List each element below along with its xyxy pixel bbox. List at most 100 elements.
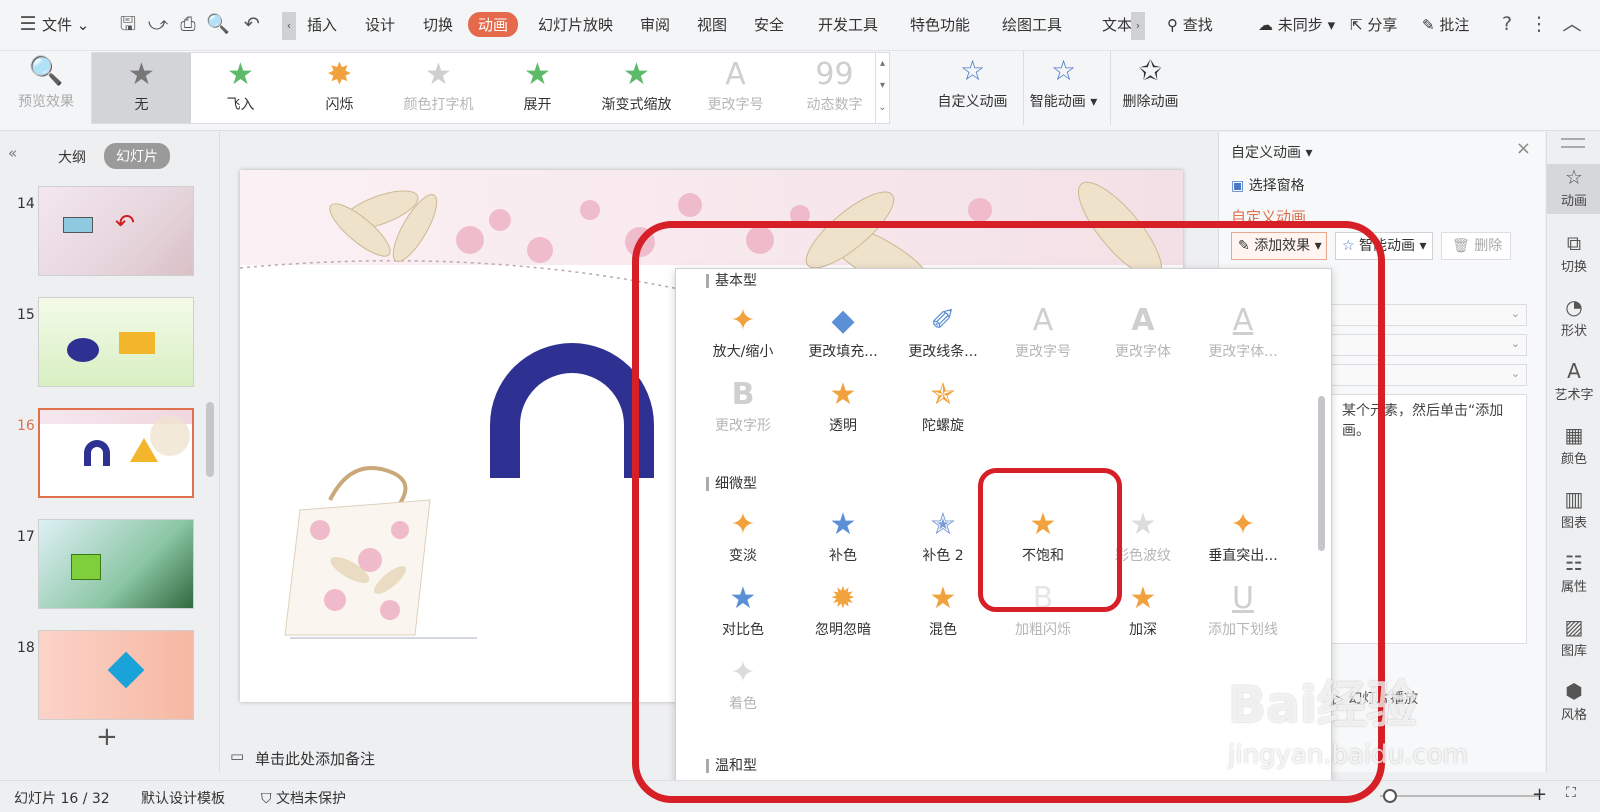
slide-counter: 幻灯片 16 / 32: [14, 791, 110, 807]
strip-style[interactable]: ⬢ 风格: [1547, 678, 1600, 723]
strip-handle: [1561, 138, 1585, 148]
trash-icon: 🗑: [1452, 238, 1470, 254]
comment-button[interactable]: ✎ 批注: [1422, 14, 1469, 35]
slide-thumbnail-18[interactable]: [38, 630, 194, 720]
smart-animation-button[interactable]: ☆ 智能动画 ▾: [1023, 51, 1103, 125]
zoom-in-icon[interactable]: +: [1532, 784, 1547, 805]
strip-shape[interactable]: ◔ 形状: [1547, 294, 1600, 339]
tabs-scroll-right-icon[interactable]: ›: [1131, 12, 1145, 40]
strip-properties[interactable]: ☷ 属性: [1547, 550, 1600, 595]
animation-icon: ☆: [1565, 165, 1583, 189]
add-slide-icon[interactable]: +: [96, 722, 118, 752]
pane-title-dropdown[interactable]: 自定义动画 ▾: [1231, 142, 1312, 162]
export-icon[interactable]: ⤻: [146, 12, 170, 36]
slide-number: 15: [17, 307, 35, 323]
color-icon: ▦: [1564, 423, 1584, 447]
transition-icon: ⧉: [1566, 231, 1582, 255]
slide-thumbnail-15[interactable]: [38, 297, 194, 387]
tab-review[interactable]: 审阅: [640, 14, 670, 35]
properties-icon: ☷: [1565, 551, 1583, 575]
delete-button[interactable]: 🗑 删除: [1441, 232, 1511, 260]
share-icon: ⇱: [1350, 16, 1363, 34]
tab-developer[interactable]: 开发工具: [818, 14, 878, 35]
tab-design[interactable]: 设计: [365, 14, 395, 35]
design-template[interactable]: 默认设计模板: [141, 788, 225, 808]
tab-outline[interactable]: 大纲: [58, 147, 86, 167]
gallery-scroll[interactable]: ▴ ▾ ⌄: [875, 53, 889, 123]
anim-dynamic-number[interactable]: 99 动态数字: [785, 53, 884, 123]
anim-none[interactable]: ★ 无: [92, 53, 191, 123]
strip-wordart[interactable]: A 艺术字: [1547, 358, 1600, 403]
print-preview-icon[interactable]: 🔍: [206, 12, 230, 36]
tab-slides[interactable]: 幻灯片: [104, 143, 170, 169]
slide-thumbnail-17[interactable]: [38, 519, 194, 609]
hamburger-icon[interactable]: ☰: [16, 12, 40, 36]
search-button[interactable]: ⚲ 查找: [1167, 14, 1213, 35]
custom-animation-button[interactable]: ☆ 自定义动画: [930, 51, 1015, 125]
protection-status[interactable]: ⛉ 文档未保护: [261, 788, 346, 808]
tab-insert[interactable]: 插入: [307, 14, 337, 35]
gallery-icon: ▨: [1564, 615, 1584, 639]
anim-gradual-zoom[interactable]: ★ 渐变式缩放: [587, 53, 686, 123]
sync-button[interactable]: ☁ 未同步 ▾: [1258, 14, 1335, 35]
custom-animation-icon: ☆: [959, 54, 986, 87]
menu-bar: ☰ 文件 ⌄ 🖫 ⤻ ⎙ 🔍 ↶ ‹ 插入 设计 切换 动画 幻灯片放映 审阅 …: [0, 0, 1600, 51]
delete-animation-icon: ✩: [1138, 54, 1163, 87]
panel-scrollbar[interactable]: [206, 402, 214, 477]
preview-icon: 🔍: [28, 54, 64, 87]
shape-icon: ◔: [1565, 295, 1583, 319]
smart-animation-icon: ☆: [1050, 54, 1077, 87]
number-icon: 99: [815, 57, 854, 92]
anim-expand[interactable]: ★ 展开: [488, 53, 587, 123]
tab-security[interactable]: 安全: [754, 14, 784, 35]
anim-color-typewriter[interactable]: ★ 颜色打字机: [389, 53, 488, 123]
strip-chart[interactable]: ▥ 图表: [1547, 486, 1600, 531]
strip-gallery[interactable]: ▨ 图库: [1547, 614, 1600, 659]
tab-features[interactable]: 特色功能: [910, 14, 970, 35]
chart-icon: ▥: [1564, 487, 1584, 511]
style-icon: ⬢: [1565, 679, 1583, 703]
strip-animation[interactable]: ☆ 动画: [1547, 164, 1600, 214]
zoom-slider[interactable]: [1380, 795, 1540, 797]
tabs-scroll-left-icon[interactable]: ‹: [282, 12, 296, 40]
slide-thumbnail-16[interactable]: [38, 408, 194, 498]
zoom-slider-handle[interactable]: [1383, 789, 1397, 803]
star-icon: ★: [128, 57, 155, 92]
slide-number: 16: [17, 418, 35, 434]
strip-transition[interactable]: ⧉ 切换: [1547, 230, 1600, 275]
tab-animation[interactable]: 动画: [468, 12, 519, 37]
collapse-ribbon-icon[interactable]: ︿: [1560, 12, 1584, 36]
select-pane-link[interactable]: ▣ 选择窗格: [1231, 175, 1305, 195]
tab-text[interactable]: 文本: [1102, 14, 1132, 35]
star-icon: ✸: [326, 57, 353, 92]
undo-icon[interactable]: ↶: [240, 12, 264, 36]
print-icon[interactable]: ⎙: [176, 12, 200, 36]
more-icon[interactable]: ⋮: [1527, 12, 1551, 36]
notes-area[interactable]: ▭ 单击此处添加备注: [220, 742, 700, 772]
share-button[interactable]: ⇱ 分享: [1350, 14, 1397, 35]
tab-drawing-tools[interactable]: 绘图工具: [1002, 14, 1062, 35]
watermark-url: jingyan.baidu.com: [1228, 740, 1468, 770]
anim-change-font-size[interactable]: A 更改字号: [686, 53, 785, 123]
menu-file[interactable]: 文件 ⌄: [42, 14, 89, 35]
strip-color[interactable]: ▦ 颜色: [1547, 422, 1600, 467]
help-icon[interactable]: ?: [1495, 12, 1519, 36]
tab-view[interactable]: 视图: [697, 14, 727, 35]
anim-flash[interactable]: ✸ 闪烁: [290, 53, 389, 123]
preview-button[interactable]: 🔍 预览效果: [10, 51, 82, 125]
watermark-logo: Bai经验: [1228, 676, 1417, 734]
font-a-icon: A: [725, 57, 746, 92]
star-icon: ★: [227, 57, 254, 92]
save-icon[interactable]: 🖫: [116, 12, 140, 36]
shield-icon: ⛉: [261, 791, 272, 807]
tab-transition[interactable]: 切换: [423, 14, 453, 35]
anim-fly-in[interactable]: ★ 飞入: [191, 53, 290, 123]
fit-window-icon[interactable]: ⛶: [1566, 785, 1576, 801]
delete-animation-button[interactable]: ✩ 删除动画: [1110, 51, 1190, 125]
collapse-panel-icon[interactable]: «: [8, 144, 17, 162]
slide-thumbnail-14[interactable]: ↶: [38, 186, 194, 276]
notes-icon: ▭: [230, 747, 245, 765]
close-icon[interactable]: ×: [1516, 138, 1531, 159]
wordart-icon: A: [1567, 359, 1581, 383]
tab-slideshow[interactable]: 幻灯片放映: [538, 14, 613, 35]
